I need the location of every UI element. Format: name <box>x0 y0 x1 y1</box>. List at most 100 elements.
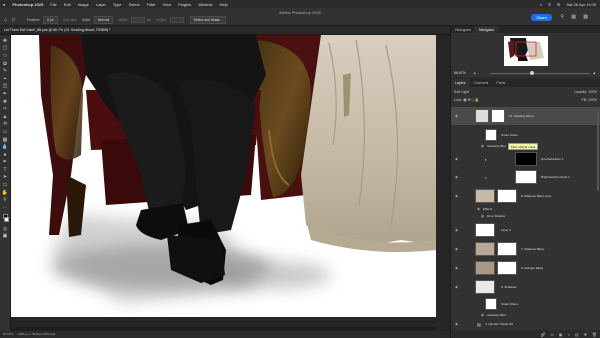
quick-select-tool-icon[interactable]: ✎ <box>2 68 9 74</box>
visibility-eye-icon[interactable]: ◉ <box>455 322 458 326</box>
navigator-preview[interactable] <box>451 33 600 69</box>
layer-row[interactable]: ◉ ☼ Brightness/Contrast 1 <box>451 169 600 185</box>
blend-mode-select[interactable]: Soft Light <box>454 90 469 94</box>
tab-channels[interactable]: Channels <box>470 79 493 87</box>
layer-name[interactable]: Gaussian Blur <box>487 144 506 148</box>
visibility-eye-icon[interactable]: ◉ <box>477 207 480 211</box>
layer-name[interactable]: Smart Filters <box>501 133 518 137</box>
menu-filter[interactable]: Filter <box>147 2 156 7</box>
layer-name[interactable]: Hue/Saturation 1 <box>541 157 564 161</box>
navigator-zoom-slider[interactable] <box>489 70 590 75</box>
document-tab[interactable]: Let Them Eat Cake!_88.psb @ 66.7% (13. S… <box>0 26 450 35</box>
apple-menu-icon[interactable]: ● <box>3 2 5 7</box>
share-button[interactable]: Share <box>531 14 552 21</box>
lock-pixels-icon[interactable]: ▦ <box>463 98 466 102</box>
menu-image[interactable]: Image <box>78 2 89 7</box>
link-layers-icon[interactable]: 🔗 <box>540 332 545 337</box>
layer-row[interactable]: Smart Filters <box>451 297 600 311</box>
add-mask-icon[interactable]: ▣ <box>559 332 563 337</box>
visibility-eye-icon[interactable]: ◉ <box>455 175 458 179</box>
visibility-eye-icon[interactable]: ◉ <box>455 228 458 232</box>
clone-stamp-tool-icon[interactable]: ▲ <box>2 114 9 120</box>
lock-all-icon[interactable]: 🔒 <box>475 98 479 102</box>
visibility-eye-icon[interactable]: ◉ <box>481 313 484 317</box>
layer-name[interactable]: Layer 2 <box>501 228 511 232</box>
new-group-icon[interactable]: ▤ <box>575 332 579 337</box>
menu-edit[interactable]: Edit <box>64 2 71 7</box>
layers-scrollbar[interactable] <box>597 111 599 191</box>
more-tools-icon[interactable]: ⋯ <box>2 205 9 211</box>
path-select-tool-icon[interactable]: ➤ <box>2 174 9 180</box>
layer-name[interactable]: 7. Madame Blanc <box>521 247 544 251</box>
menu-help[interactable]: Help <box>219 2 227 7</box>
search-tool-icon[interactable]: ⚲ <box>560 14 564 20</box>
lock-artboard-icon[interactable]: □ <box>472 98 474 102</box>
status-zoom[interactable]: 66.67% <box>3 332 13 336</box>
height-input[interactable] <box>169 16 184 23</box>
layer-row[interactable]: ◉ 8. Madame Blanc copy <box>451 188 600 204</box>
menu-file[interactable]: File <box>50 2 56 7</box>
menu-app[interactable]: Photoshop 2025 <box>12 2 43 7</box>
layer-row[interactable]: ◉ 13. Shading Above <box>451 107 600 125</box>
layer-row[interactable]: Smart Filters <box>451 128 600 142</box>
layer-name[interactable]: 4. Hanniki Tripelk Off <box>485 322 513 326</box>
layer-row[interactable]: ◉ Effects <box>451 205 600 212</box>
delete-layer-icon[interactable]: 🗑 <box>592 332 597 337</box>
select-and-mask-button[interactable]: Select and Mask... <box>189 15 227 24</box>
visibility-eye-icon[interactable]: ◉ <box>481 144 484 148</box>
visibility-eye-icon[interactable]: ◉ <box>455 285 458 289</box>
move-tool-icon[interactable]: ✥ <box>2 38 9 44</box>
layer-name[interactable]: Gaussian Blur <box>487 313 506 317</box>
tab-histogram[interactable]: Histogram <box>451 26 475 33</box>
layer-name[interactable]: Smart Filters <box>501 302 518 306</box>
menu-view[interactable]: View <box>163 2 172 7</box>
visibility-eye-icon[interactable]: ◉ <box>481 214 484 218</box>
hand-tool-icon[interactable]: ✋ <box>2 190 9 196</box>
layer-name[interactable]: 6. DeFrigo Ellips <box>521 266 543 270</box>
visibility-eye-icon[interactable]: ◉ <box>455 157 458 161</box>
background-color-swatch[interactable] <box>4 216 9 222</box>
menu-select[interactable]: Select <box>129 2 140 7</box>
menubar-clock[interactable]: Sat 26 Apr 11:09 <box>566 2 596 7</box>
marquee-tool-icon[interactable]: □ <box>2 53 9 59</box>
adjustment-layer-icon[interactable]: ◑ <box>567 332 569 337</box>
history-brush-tool-icon[interactable]: ⟲ <box>2 121 9 127</box>
zoom-out-icon[interactable]: ▴ <box>474 71 476 75</box>
marquee-tool-icon[interactable]: □ <box>12 17 15 23</box>
visibility-eye-icon[interactable]: ◉ <box>455 194 458 198</box>
new-layer-icon[interactable]: ✚ <box>584 332 587 337</box>
eraser-tool-icon[interactable]: ▭ <box>2 129 9 135</box>
crop-tool-icon[interactable]: ⌖ <box>2 76 9 82</box>
search-icon[interactable]: ⚲ <box>548 2 551 7</box>
layer-row[interactable]: ◉ 5. Shadows <box>451 279 600 295</box>
menu-window[interactable]: Window <box>198 2 212 7</box>
quick-mask-icon[interactable]: ◎ <box>2 226 9 232</box>
healing-brush-tool-icon[interactable]: ✚ <box>2 99 9 105</box>
shape-tool-icon[interactable]: ▭ <box>2 182 9 188</box>
visibility-eye-icon[interactable]: ◉ <box>455 114 458 118</box>
navigator-zoom-knob[interactable] <box>529 70 534 75</box>
document-canvas[interactable] <box>11 35 436 317</box>
control-center-icon[interactable]: ☰ <box>557 2 561 7</box>
menu-layer[interactable]: Layer <box>96 2 106 7</box>
zoom-in-icon[interactable]: ▲ <box>593 71 596 75</box>
menu-type[interactable]: Type <box>113 2 122 7</box>
screen-mode-icon[interactable]: ▣ <box>2 233 9 239</box>
artboard-tool-icon[interactable]: ▢ <box>2 45 9 51</box>
workspace-icon[interactable]: ▦ <box>571 14 576 20</box>
layer-name[interactable]: 13. Shading Above <box>509 114 534 118</box>
swap-icon[interactable]: ⇄ <box>147 17 150 22</box>
layer-row[interactable]: ◉ 6. DeFrigo Ellips <box>451 260 600 276</box>
tab-layers[interactable]: Layers <box>451 79 470 87</box>
dodge-tool-icon[interactable]: ● <box>2 152 9 158</box>
lock-position-icon[interactable]: ✥ <box>468 98 471 102</box>
layer-row[interactable]: ◉ 7. Madame Blanc <box>451 241 600 257</box>
home-icon[interactable]: ⌂ <box>4 17 7 23</box>
opacity-input[interactable]: 100% <box>588 90 597 94</box>
layer-row[interactable]: ◉ Layer 2 <box>451 222 600 238</box>
panel-toggle-icon[interactable]: ▩ <box>583 14 588 20</box>
layer-name[interactable]: Effects <box>483 207 492 211</box>
frame-tool-icon[interactable]: ◫ <box>2 83 9 89</box>
gradient-tool-icon[interactable]: ▦ <box>2 137 9 143</box>
layer-row[interactable]: ◉ ▤ 4. Hanniki Tripelk Off <box>451 319 600 329</box>
